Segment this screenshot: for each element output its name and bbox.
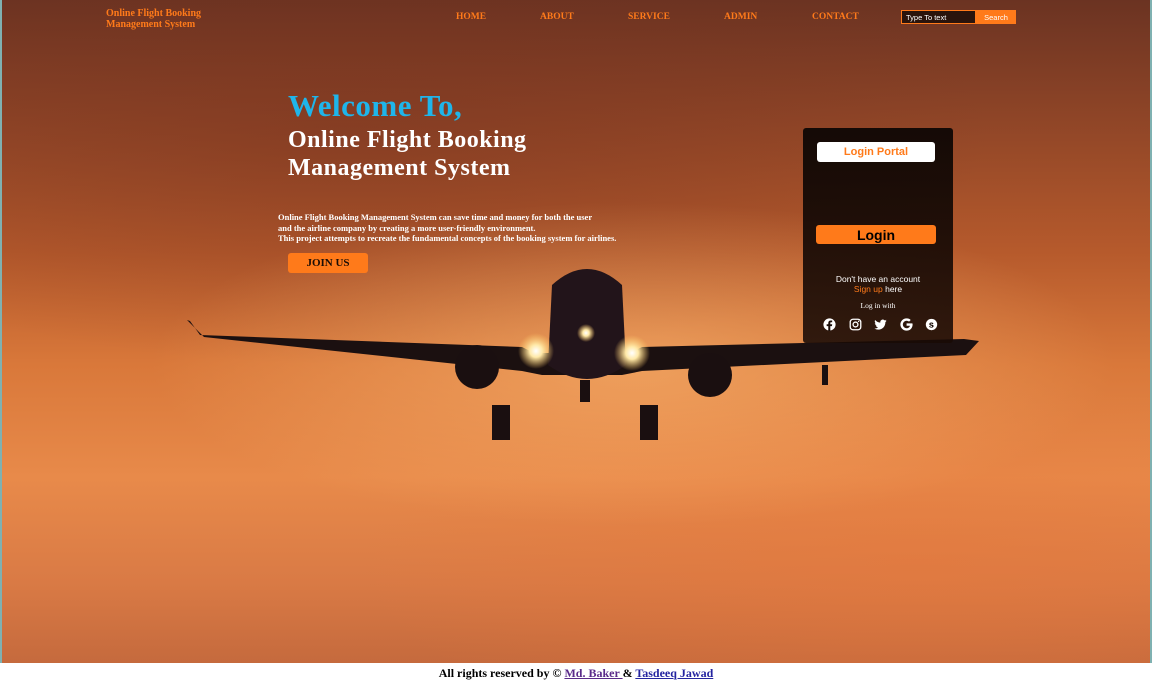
no-account-text: Don't have an account [835, 274, 921, 284]
instagram-icon[interactable] [849, 318, 862, 331]
login-panel: Login Portal Login Don't have an account… [803, 128, 953, 343]
login-portal-title: Login Portal [817, 142, 935, 162]
google-icon[interactable] [899, 318, 913, 331]
skype-icon[interactable] [925, 318, 938, 331]
facebook-icon[interactable] [823, 318, 836, 331]
login-button[interactable]: Login [816, 225, 936, 244]
welcome-heading: Welcome To, [288, 88, 463, 123]
desc-line-3: This project attempts to recreate the fu… [278, 233, 617, 243]
hero-title-line-1: Online Flight Booking [288, 127, 527, 153]
twitter-icon[interactable] [874, 318, 887, 331]
nav-admin[interactable]: ADMIN [724, 12, 757, 22]
nav-about[interactable]: ABOUT [540, 12, 574, 22]
desc-line-2: and the airline company by creating a mo… [278, 222, 536, 233]
footer-amp: & [622, 666, 636, 680]
login-with-label: Log in with [860, 301, 896, 310]
author-link-2[interactable]: Tasdeeq Jawad [635, 666, 713, 680]
hero-description: Online Flight Booking Management System … [278, 212, 698, 244]
nav-service[interactable]: SERVICE [628, 12, 670, 22]
search-button[interactable]: Search [976, 10, 1016, 24]
signup-suffix: here [882, 284, 903, 294]
nav-contact[interactable]: CONTACT [812, 12, 859, 22]
search-box: Search [901, 10, 1016, 24]
footer-copyright: All rights reserved by © [438, 666, 565, 680]
search-input[interactable] [901, 10, 976, 24]
footer: All rights reserved by © Md. Baker & Tas… [0, 663, 1152, 683]
signup-link[interactable]: Sign up [854, 284, 883, 294]
desc-line-1: Online Flight Booking Management System … [278, 212, 593, 222]
social-login-icons [823, 318, 938, 331]
signup-prompt: Don't have an account Sign up here [803, 274, 953, 294]
hero-background: Online Flight Booking Management System … [0, 0, 1152, 663]
hero-title: Online Flight Booking Management System [288, 126, 588, 182]
author-link-1[interactable]: Md. Baker [564, 666, 622, 680]
nav-home[interactable]: HOME [456, 12, 486, 22]
hero-title-line-2: Management System [288, 155, 511, 181]
join-us-button[interactable]: JOIN US [288, 253, 368, 273]
